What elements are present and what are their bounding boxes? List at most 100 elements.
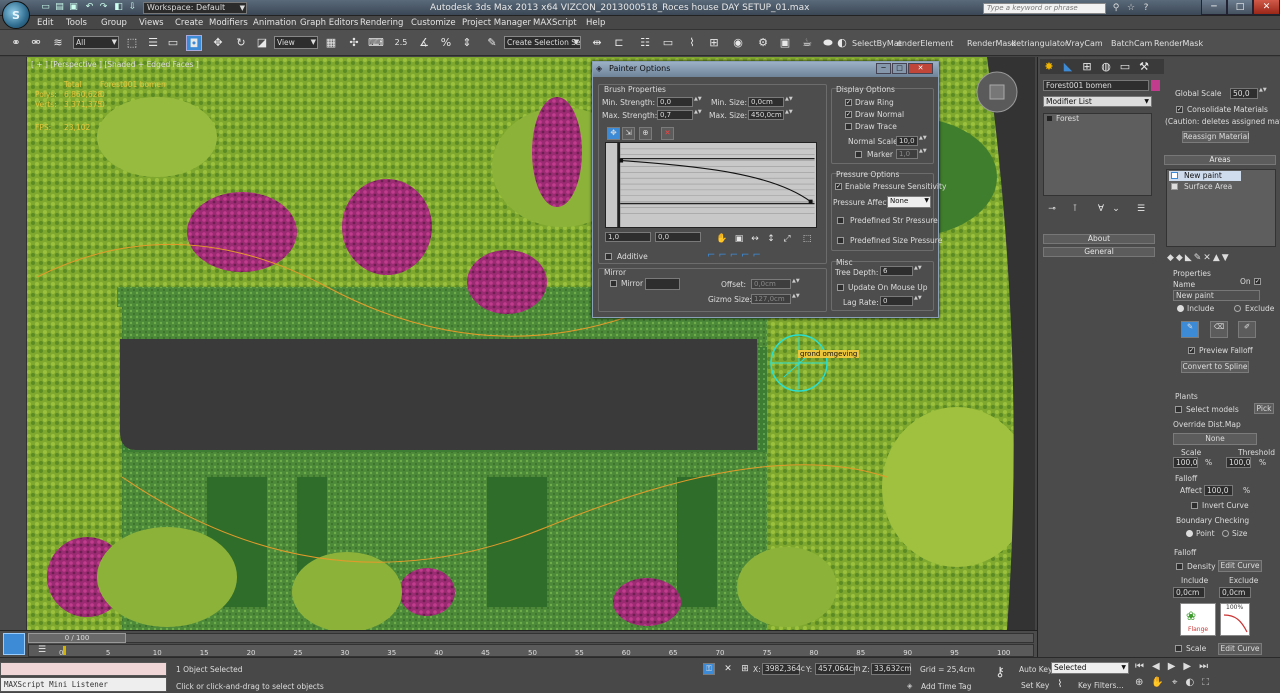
gizmo-size-spinner[interactable]: ▲▼ bbox=[792, 294, 800, 304]
star-icon[interactable]: ☆ bbox=[1124, 2, 1138, 14]
script-render-mask[interactable]: RenderMask bbox=[967, 39, 1016, 48]
enable-pressure-checkbox[interactable]: ✓ bbox=[835, 183, 842, 190]
predefined-str-label[interactable]: Predefined Str Pressure bbox=[850, 216, 938, 225]
curve-preset-icons[interactable]: ⌐⌐⌐⌐⌐ bbox=[707, 250, 764, 261]
render-setup-icon[interactable]: ⚙ bbox=[755, 35, 771, 51]
move-icon[interactable]: ✥ bbox=[210, 35, 226, 51]
schematic-view-icon[interactable]: ⊞ bbox=[706, 35, 722, 51]
offset-spinner[interactable]: ▲▼ bbox=[792, 279, 800, 289]
named-selection-set-dropdown[interactable]: Create Selection Se ▼ bbox=[504, 36, 581, 49]
auto-key-label[interactable]: Auto Key bbox=[1019, 665, 1052, 674]
script-render-element[interactable]: enderElement bbox=[897, 39, 953, 48]
stack-item-forest[interactable]: Forest bbox=[1056, 114, 1079, 123]
absolute-mode-icon[interactable]: ⊞ bbox=[737, 661, 753, 677]
lag-rate-spinner[interactable]: ▲▼ bbox=[914, 296, 922, 306]
preview-falloff-checkbox[interactable]: ✓ bbox=[1188, 347, 1195, 354]
y-coordinate-field[interactable]: 457,064cm bbox=[815, 663, 860, 675]
menu-customize[interactable]: Customize bbox=[411, 17, 456, 29]
scale2-checkbox[interactable] bbox=[1175, 645, 1182, 652]
script-vray-cam[interactable]: VrayCam bbox=[1066, 39, 1103, 48]
material-editor-icon[interactable]: ◉ bbox=[730, 35, 746, 51]
exclude-distance-field[interactable]: 0,0cm bbox=[1219, 587, 1251, 598]
show-end-result-icon[interactable]: ⊺ bbox=[1067, 201, 1083, 217]
search-input[interactable]: Type a keyword or phrase bbox=[983, 3, 1106, 14]
key-filter-icon[interactable]: ⌇ bbox=[1052, 677, 1068, 693]
menu-help[interactable]: Help bbox=[586, 17, 605, 29]
minimize-button[interactable]: ─ bbox=[1201, 0, 1227, 15]
invert-curve-checkbox[interactable] bbox=[1191, 502, 1198, 509]
keyboard-shortcut-icon[interactable]: ⌨ bbox=[368, 35, 384, 51]
affect-field[interactable]: 100,0 bbox=[1204, 485, 1233, 496]
select-by-name-icon[interactable]: ☰ bbox=[145, 35, 161, 51]
curve-editor-icon[interactable]: ⌇ bbox=[684, 35, 700, 51]
hierarchy-tab-icon[interactable]: ⊞ bbox=[1079, 59, 1095, 75]
select-object-icon[interactable]: ⬚ bbox=[124, 35, 140, 51]
max-strength-field[interactable]: 0,7 bbox=[657, 110, 693, 120]
max-size-field[interactable]: 450,0cm bbox=[748, 110, 784, 120]
script-select-by-mat[interactable]: SelectByMat bbox=[852, 39, 902, 48]
pick-button[interactable]: Pick bbox=[1254, 403, 1274, 414]
min-strength-spinner[interactable]: ▲▼ bbox=[694, 97, 702, 107]
tree-depth-spinner[interactable]: ▲▼ bbox=[914, 266, 922, 276]
script-detriangulator[interactable]: detriangulator bbox=[1011, 39, 1068, 48]
reference-coordinate-dropdown[interactable]: View ▼ bbox=[274, 36, 318, 49]
help-icon[interactable]: ? bbox=[1139, 2, 1153, 14]
maximize-button[interactable]: □ bbox=[1227, 0, 1253, 15]
binoculars-icon[interactable]: ⚲ bbox=[1109, 2, 1123, 14]
lag-rate-field[interactable]: 0 bbox=[880, 296, 913, 306]
predefined-str-checkbox[interactable] bbox=[837, 217, 844, 224]
falloff-curve-graph[interactable] bbox=[605, 142, 817, 228]
eraser-icon[interactable]: ⌫ bbox=[1210, 321, 1228, 338]
display-tab-icon[interactable]: ▭ bbox=[1117, 59, 1133, 75]
menu-views[interactable]: Views bbox=[139, 17, 164, 29]
edit-named-selection-icon[interactable]: ✎ bbox=[484, 35, 500, 51]
rollout-general[interactable]: General bbox=[1043, 247, 1155, 257]
select-by-mat-icon[interactable]: ◐ bbox=[834, 35, 850, 51]
draw-normal-checkbox[interactable]: ✓ bbox=[845, 111, 852, 118]
angle-snap-icon[interactable]: ∡ bbox=[416, 35, 432, 51]
hold-icon[interactable]: ◧ bbox=[113, 2, 124, 13]
menu-create[interactable]: Create bbox=[175, 17, 203, 29]
select-models-checkbox[interactable] bbox=[1175, 406, 1182, 413]
menu-rendering[interactable]: Rendering bbox=[360, 17, 403, 29]
spinner-snap-icon[interactable]: ⇕ bbox=[459, 35, 475, 51]
pan-hand-icon[interactable]: ✋ bbox=[714, 231, 730, 247]
key-filters-button[interactable]: Key Filters... bbox=[1078, 681, 1124, 690]
time-slider[interactable] bbox=[28, 633, 1034, 643]
new-icon[interactable]: ▭ bbox=[40, 2, 51, 13]
area-toolbar-icons[interactable]: ◆◆◣✎✕▲▼ bbox=[1167, 253, 1231, 263]
threshold-field[interactable]: 100,0 bbox=[1226, 457, 1251, 468]
painter-options-dialog[interactable]: ◈ Painter Options ─ □ ✕ Brush Properties… bbox=[592, 61, 946, 318]
edit-curve2-button[interactable]: Edit Curve bbox=[1218, 643, 1262, 655]
rotate-icon[interactable]: ↻ bbox=[233, 35, 249, 51]
redo-icon[interactable]: ↷ bbox=[98, 2, 109, 13]
marker-field[interactable]: 1,0 bbox=[896, 149, 918, 159]
create-tab-icon[interactable]: ✸ bbox=[1041, 59, 1057, 75]
open-icon[interactable]: ▤ bbox=[54, 2, 65, 13]
zoom-extents-icon[interactable]: ▣ bbox=[731, 231, 747, 247]
area-item-surface[interactable]: Surface Area bbox=[1184, 182, 1232, 191]
dialog-close-button[interactable]: ✕ bbox=[908, 63, 933, 74]
selection-filter-dropdown[interactable]: All ▼ bbox=[73, 36, 119, 49]
workspace-dropdown[interactable]: Workspace: Default ▼ bbox=[143, 2, 247, 14]
curve-x-field[interactable]: 1,0 bbox=[605, 232, 651, 242]
include-distance-field[interactable]: 0,0cm bbox=[1173, 587, 1205, 598]
mirror-checkbox[interactable] bbox=[610, 280, 617, 287]
playback-controls[interactable]: ⏮◀▶▶⏭ bbox=[1135, 661, 1216, 672]
mirror-axis-dropdown[interactable] bbox=[645, 278, 680, 290]
on-checkbox[interactable]: ✓ bbox=[1254, 278, 1261, 285]
falloff-thumbnail[interactable]: ❀ Flange bbox=[1180, 603, 1216, 636]
scale-field[interactable]: 100,0 bbox=[1173, 457, 1198, 468]
set-key-label[interactable]: Set Key bbox=[1021, 681, 1049, 690]
area-name-field[interactable]: New paint bbox=[1173, 290, 1260, 301]
remove-modifier-icon[interactable]: ⌄ bbox=[1108, 201, 1124, 217]
track-bar-menu-icon[interactable]: ☰ bbox=[34, 642, 50, 658]
normal-scale-spinner[interactable]: ▲▼ bbox=[919, 136, 927, 146]
percent-snap-icon[interactable]: % bbox=[438, 35, 454, 51]
maxscript-input[interactable] bbox=[0, 662, 167, 676]
draw-ring-checkbox[interactable]: ✓ bbox=[845, 99, 852, 106]
graphite-ribbon-icon[interactable]: ▭ bbox=[660, 35, 676, 51]
size-radio[interactable] bbox=[1222, 530, 1229, 537]
menu-modifiers[interactable]: Modifiers bbox=[209, 17, 248, 29]
curve-y-field[interactable]: 0,0 bbox=[655, 232, 701, 242]
